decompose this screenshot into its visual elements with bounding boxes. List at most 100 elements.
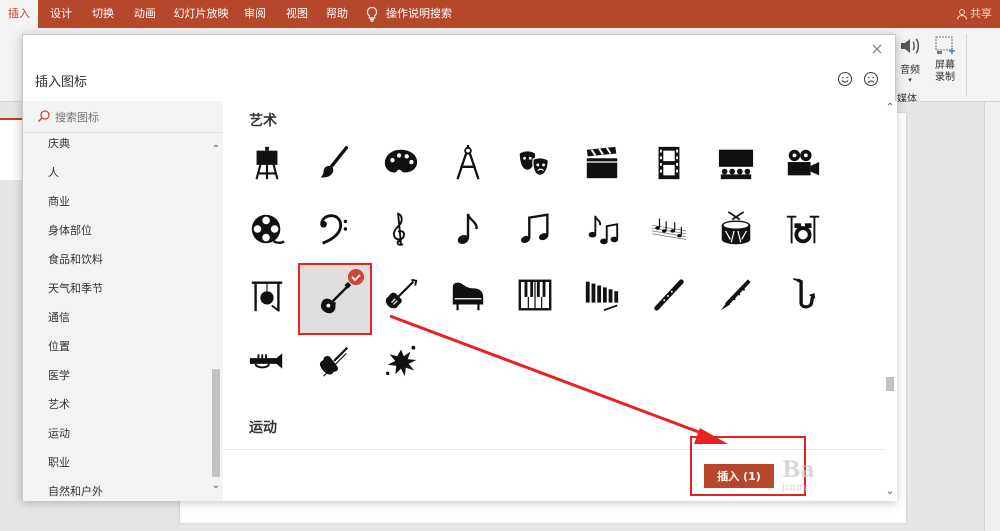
piano-keys-icon [518,279,552,311]
slide-thumbnail[interactable] [0,118,24,180]
audio-button[interactable]: 音频 ▾ [896,34,924,84]
ribbon-separator [966,34,967,96]
film-strip-icon [658,146,680,180]
icon-piano-keys[interactable] [499,263,571,327]
category-weather-seasons[interactable]: 天气和季节 [48,280,103,296]
category-nature-outdoors[interactable]: 自然和户外 [48,483,103,499]
category-sports[interactable]: 运动 [48,425,70,441]
tab-slideshow[interactable]: 幻灯片放映 [170,0,232,28]
compass-icon [456,144,480,180]
icon-treble-clef[interactable] [365,197,437,261]
icon-flute[interactable] [633,263,705,327]
gallery-scrollbar[interactable]: ⌃ ⌄ [883,101,897,501]
category-people[interactable]: 人 [48,164,59,180]
close-icon[interactable]: × [869,41,885,57]
share-button[interactable]: 共享 [956,0,992,28]
film-reel-icon [251,214,285,244]
tab-view[interactable]: 视图 [280,0,314,28]
icon-guitar-selected[interactable] [298,263,372,335]
icon-trumpet[interactable] [231,329,303,393]
icon-easel[interactable] [231,131,303,195]
xylophone-icon [585,281,619,312]
gallery-scroll-thumb[interactable] [886,377,894,391]
drum-icon [721,211,751,245]
chevron-up-icon[interactable]: ⌃ [210,145,222,155]
smile-feedback-icon[interactable] [837,71,853,87]
icon-electric-guitar[interactable] [365,263,437,327]
sidebar-scroll-thumb[interactable] [212,369,220,477]
icon-paintbrush[interactable] [298,131,370,195]
icon-palette[interactable] [365,131,437,195]
category-occupations[interactable]: 职业 [48,454,70,470]
category-food-drink[interactable]: 食品和饮料 [48,251,103,267]
insert-icons-dialog: × 插入图标 庆典 人 商业 身体部位 食品和饮料 天气和季节 通信 位置 医学… [22,34,897,501]
icon-violin[interactable] [298,329,370,393]
icon-xylophone[interactable] [566,263,638,327]
category-arts[interactable]: 艺术 [48,396,70,412]
music-notes-icon [588,215,619,245]
eighth-note-icon [457,213,478,244]
screen-recording-button[interactable]: 屏幕 录制 [928,34,962,84]
icon-grand-piano[interactable] [432,263,504,327]
tell-me-search[interactable]: 操作说明搜索 [386,0,452,28]
icon-clarinet[interactable] [700,263,772,327]
tab-animations[interactable]: 动画 [128,0,162,28]
electric-guitar-icon [385,278,418,309]
icon-clapperboard[interactable] [566,131,638,195]
chevron-down-icon[interactable]: ⌄ [210,481,222,491]
movie-camera-icon [787,149,820,176]
icon-theater-stage[interactable] [700,131,772,195]
section-heading-arts: 艺术 [249,113,277,129]
drum-kit-icon [786,215,820,244]
theater-masks-icon [519,151,549,176]
icon-theater-masks[interactable] [499,131,571,195]
icon-beamed-notes[interactable] [499,197,571,261]
category-location[interactable]: 位置 [48,338,70,354]
chevron-up-icon[interactable]: ⌃ [885,103,895,113]
category-communication[interactable]: 通信 [48,309,70,325]
screen-record-label-2: 录制 [935,72,955,83]
icon-compass[interactable] [432,131,504,195]
category-body-parts[interactable]: 身体部位 [48,222,92,238]
icon-bass-clef[interactable] [298,197,370,261]
icon-saxophone[interactable] [767,263,839,327]
screen-record-label-1: 屏幕 [935,60,955,71]
check-icon [348,269,364,285]
lightbulb-icon [366,6,378,22]
icon-film-strip[interactable] [633,131,705,195]
category-medical[interactable]: 医学 [48,367,70,383]
chevron-down-icon[interactable]: ⌄ [885,487,895,497]
icon-gong[interactable] [231,263,303,327]
tab-help[interactable]: 帮助 [320,0,354,28]
trumpet-icon [249,353,283,369]
icon-drum[interactable] [700,197,772,261]
search-input[interactable] [55,107,215,127]
palette-icon [384,149,418,173]
icon-film-reel[interactable] [231,197,303,261]
screen-record-icon [935,36,955,54]
vertical-scrollbar[interactable] [984,102,1000,531]
share-label: 共享 [970,7,992,20]
tab-design[interactable]: 设计 [44,0,78,28]
icon-movie-camera[interactable] [767,131,839,195]
easel-icon [255,146,279,180]
category-list: 庆典 人 商业 身体部位 食品和饮料 天气和季节 通信 位置 医学 艺术 运动 … [23,133,207,501]
category-business[interactable]: 商业 [48,193,70,209]
icon-paint-splatter[interactable] [365,329,437,393]
clarinet-icon [720,279,751,311]
icon-eighth-note[interactable] [432,197,504,261]
saxophone-icon [793,277,816,309]
icon-music-notes[interactable] [566,197,638,261]
paint-splatter-icon [385,345,417,377]
icon-sheet-music[interactable] [633,197,705,261]
frown-feedback-icon[interactable] [863,71,879,87]
sidebar-scrollbar[interactable]: ⌃ ⌄ [209,145,223,501]
clapperboard-icon [586,146,618,179]
tab-transitions[interactable]: 切换 [86,0,120,28]
search-box [23,101,223,133]
category-celebration[interactable]: 庆典 [48,135,70,151]
icon-drum-kit[interactable] [767,197,839,261]
tab-review[interactable]: 审阅 [238,0,272,28]
tab-insert[interactable]: 插入 [0,0,38,28]
person-icon [957,9,967,20]
